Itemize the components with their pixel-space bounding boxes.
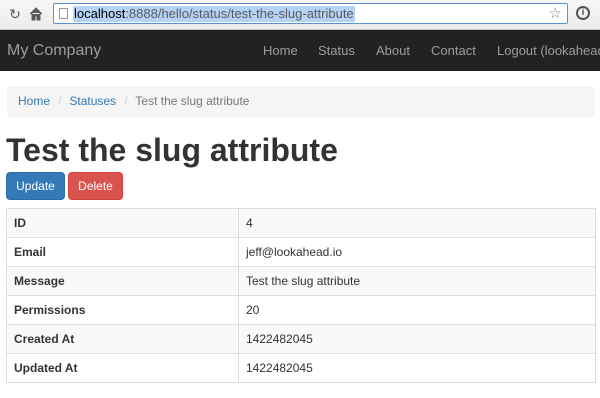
row-value: 20 [238,295,596,325]
table-row: Message Test the slug attribute [6,266,596,296]
row-label: Updated At [6,353,239,383]
breadcrumb-current: Test the slug attribute [135,94,250,108]
row-label: Permissions [6,295,239,325]
breadcrumb-separator: / [58,94,62,108]
address-bar[interactable]: localhost:8888/hello/status/test-the-slu… [53,3,568,24]
breadcrumb-home[interactable]: Home [18,94,50,108]
nav-status[interactable]: Status [318,30,355,71]
nav-about[interactable]: About [376,30,410,71]
nav-home[interactable]: Home [263,30,298,71]
row-label: Created At [6,324,239,354]
row-label: Email [6,237,239,267]
page-icon [59,8,68,19]
row-value: 1422482045 [238,353,596,383]
row-value: jeff@lookahead.io [238,237,596,267]
table-row: Created At 1422482045 [6,324,596,354]
home-icon[interactable] [27,5,45,23]
bookmark-star-icon[interactable]: ☆ [549,5,562,23]
info-icon[interactable]: i [576,6,590,20]
table-row: Email jeff@lookahead.io [6,237,596,267]
reload-icon[interactable]: ↻ [6,5,24,23]
row-label: ID [6,208,239,238]
breadcrumb-statuses[interactable]: Statuses [69,94,116,108]
nav-contact[interactable]: Contact [431,30,476,71]
table-row: Permissions 20 [6,295,596,325]
breadcrumb-separator: / [124,94,128,108]
url-host: localhost [74,6,126,21]
breadcrumb: Home / Statuses / Test the slug attribute [7,86,595,117]
row-value: 4 [238,208,596,238]
browser-toolbar: ↻ localhost:8888/hello/status/test-the-s… [0,0,600,30]
table-row: ID 4 [6,208,596,238]
nav-logout[interactable]: Logout (lookahead [497,30,600,71]
table-row: Updated At 1422482045 [6,353,596,383]
row-label: Message [6,266,239,296]
brand-link[interactable]: My Company [7,30,101,71]
url-text[interactable]: localhost:8888/hello/status/test-the-slu… [73,6,355,22]
row-value: 1422482045 [238,324,596,354]
detail-table: ID 4 Email jeff@lookahead.io Message Tes… [6,208,596,383]
delete-button[interactable]: Delete [68,172,123,200]
page-title: Test the slug attribute [6,132,338,168]
navbar: My Company Home Status About Contact Log… [0,30,600,71]
url-path: :8888/hello/status/test-the-slug-attribu… [125,6,354,21]
row-value: Test the slug attribute [238,266,596,296]
update-button[interactable]: Update [6,172,65,200]
